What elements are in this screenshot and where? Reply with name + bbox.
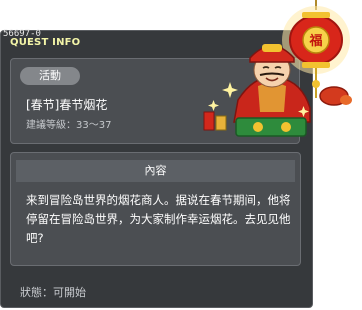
ornament-tail	[340, 95, 352, 105]
quest-description: 来到冒险岛世界的烟花商人。据说在春节期间，他将停留在冒险岛世界，为大家制作幸运烟…	[26, 193, 291, 245]
lantern-glyph: 福	[308, 33, 322, 49]
gift-box-coin	[281, 122, 291, 132]
status-value: 可開始	[53, 286, 86, 299]
status-label: 狀態：	[20, 286, 53, 299]
npc-hat-gem	[262, 44, 282, 52]
category-badge: 活動	[20, 67, 80, 85]
window-title: QUEST INFO	[10, 37, 81, 48]
level-label: 建議等級：	[26, 120, 76, 131]
fireworks-merchant-npc-icon: 福	[203, 0, 352, 137]
firework-tube-icon	[215, 115, 227, 131]
lantern-base	[302, 62, 330, 68]
gift-box-coin	[253, 122, 263, 132]
firework-tube-icon	[203, 111, 215, 131]
content-section-header: 內容	[16, 160, 295, 182]
lantern-cap	[302, 12, 330, 18]
level-range: 33～37	[76, 120, 112, 131]
quest-status: 狀態：可開始	[20, 284, 86, 300]
lantern-bead	[312, 80, 320, 88]
quest-title: [春节]春节烟花	[26, 98, 108, 112]
recommended-level: 建議等級：33～37	[26, 116, 111, 131]
gift-box-icon	[235, 117, 307, 137]
